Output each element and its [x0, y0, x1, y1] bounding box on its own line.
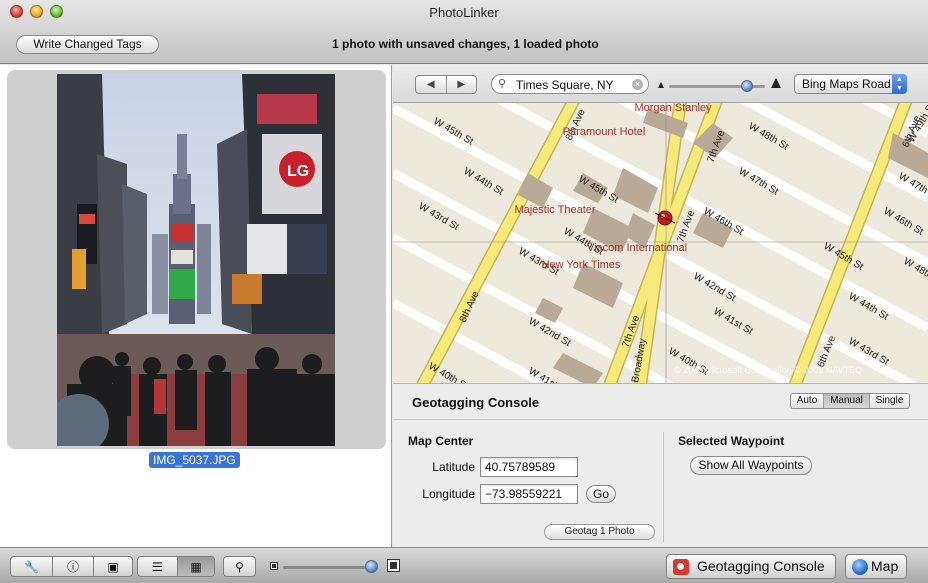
geotag-mode-selector: Auto Manual Single [790, 393, 910, 409]
location-search-field[interactable]: ⚲ Times Square, NY × [491, 74, 649, 94]
map-poi-majestic: Majestic Theater [514, 204, 595, 216]
map-type-value: Bing Maps Road [802, 77, 891, 91]
console-divider [393, 419, 928, 420]
thumbnail-size-slider-knob[interactable] [365, 560, 378, 573]
forward-arrow-icon[interactable]: ▶ [445, 76, 477, 93]
bottom-toolbar: 🔧 ⓘ ▣ ☰ ▦ ⚲ Geotagging Console Map [0, 547, 928, 583]
latitude-field[interactable]: 40.75789589 [480, 457, 578, 477]
show-all-waypoints-button[interactable]: Show All Waypoints [690, 456, 812, 475]
photo-thumbnail[interactable]: LG [57, 74, 335, 446]
window-title: PhotoLinker [429, 5, 499, 20]
thumbnail-size-slider[interactable] [283, 566, 378, 569]
mode-auto[interactable]: Auto [791, 394, 823, 408]
zoom-to-fit-button[interactable]: ⚲ [223, 556, 256, 577]
large-thumbnail-icon[interactable] [387, 559, 400, 572]
map-poi-viacom: Viacom International [587, 242, 687, 254]
map-copyright: © 2009 Microsoft Corporation © 2009 NAVT… [674, 365, 863, 375]
photo-filename-label[interactable]: IMG_5037.JPG [149, 452, 240, 468]
map-poi-morgan: Morgan Stanley [634, 103, 712, 114]
geotag-icon [673, 559, 689, 575]
panel-icon[interactable]: ▣ [93, 557, 132, 576]
search-icon: ⚲ [498, 78, 507, 90]
wrench-icon[interactable]: 🔧 [11, 557, 52, 576]
map-poi-nyt: New York Times [542, 259, 621, 271]
console-title: Geotagging Console [412, 395, 540, 410]
map-button[interactable]: Map [845, 554, 907, 579]
map-poi-paramount: Paramount Hotel [563, 126, 646, 138]
map-view[interactable]: W 45th St W 44th St W 43rd St W 43rd St … [393, 103, 928, 383]
geotag-photo-button[interactable]: Geotag 1 Photo [544, 524, 655, 540]
map-toolbar: ◀ ▶ ⚲ Times Square, NY × Bing Maps Road … [393, 65, 928, 103]
clear-search-icon[interactable]: × [632, 79, 643, 90]
map-type-select[interactable]: Bing Maps Road ▲ ▼ [794, 74, 907, 94]
photo-status-text: 1 photo with unsaved changes, 1 loaded p… [332, 37, 599, 51]
view-mode-segment: ☰ ▦ [137, 556, 215, 577]
console-column-divider [663, 432, 664, 542]
geotagging-console-label: Geotagging Console [697, 558, 825, 574]
map-button-label: Map [871, 558, 899, 574]
zoom-fit-icon: ⚲ [235, 559, 244, 574]
map-zoom-slider-knob[interactable] [741, 80, 753, 92]
grid-view-icon[interactable]: ▦ [177, 557, 214, 576]
times-square-photo: LG [57, 74, 335, 446]
map-pane: ◀ ▶ ⚲ Times Square, NY × Bing Maps Road … [393, 65, 928, 547]
longitude-label: Longitude [422, 487, 475, 501]
small-thumbnail-icon[interactable] [270, 562, 278, 570]
zoom-out-icon[interactable] [658, 82, 664, 88]
globe-icon [852, 559, 868, 575]
zoom-in-icon[interactable] [771, 78, 781, 88]
geotagging-console-button[interactable]: Geotagging Console [666, 554, 836, 579]
latitude-label: Latitude [432, 460, 475, 474]
inspector-segment: 🔧 ⓘ ▣ [10, 556, 133, 577]
window-titlebar: PhotoLinker Write Changed Tags 1 photo w… [0, 0, 928, 64]
photo-browser-pane: LG IMG_5037.JPG [0, 65, 392, 547]
photo-selection-frame[interactable]: LG [7, 70, 386, 449]
go-button[interactable]: Go [586, 485, 616, 503]
popup-arrows-icon: ▲ ▼ [892, 74, 907, 94]
map-center-heading: Map Center [408, 434, 474, 448]
svg-text:LG: LG [287, 163, 309, 180]
longitude-field[interactable]: −73.98559221 [480, 484, 578, 504]
selected-waypoint-heading: Selected Waypoint [678, 434, 785, 448]
mode-manual[interactable]: Manual [823, 394, 869, 408]
map-history-nav: ◀ ▶ [415, 75, 477, 94]
info-icon[interactable]: ⓘ [52, 557, 93, 576]
location-search-value[interactable]: Times Square, NY [516, 78, 614, 92]
geotagging-console: Geotagging Console Auto Manual Single Ma… [393, 383, 928, 547]
mode-single[interactable]: Single [869, 394, 909, 408]
list-view-icon[interactable]: ☰ [138, 557, 177, 576]
write-changed-tags-button[interactable]: Write Changed Tags [16, 35, 159, 54]
street-map: W 45th St W 44th St W 43rd St W 43rd St … [393, 103, 928, 383]
back-arrow-icon[interactable]: ◀ [416, 76, 446, 93]
